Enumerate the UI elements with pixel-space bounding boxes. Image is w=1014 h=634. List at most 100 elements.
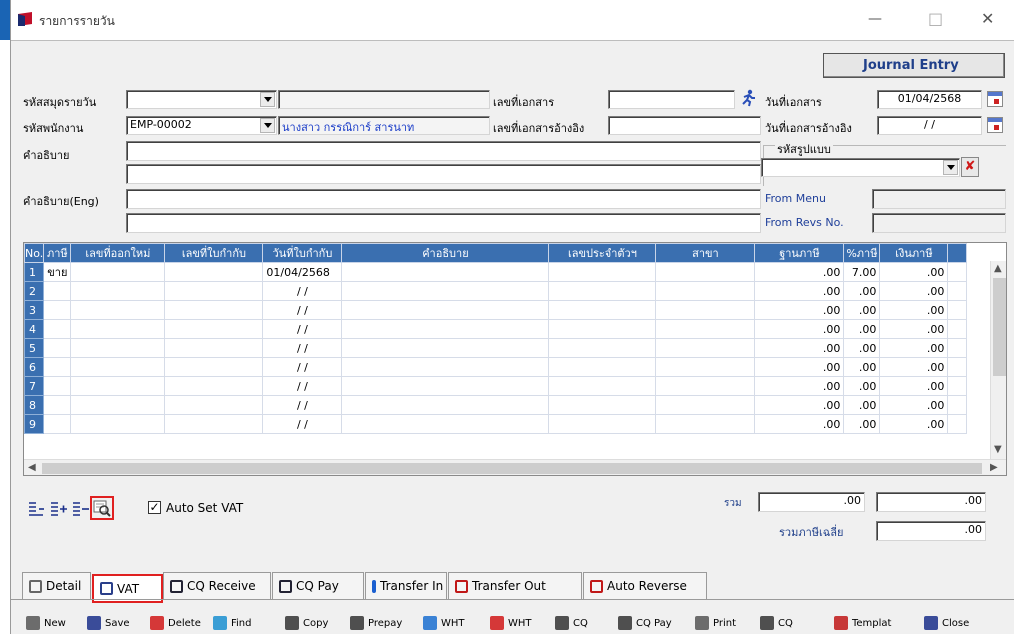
tax-pct-cell[interactable]: .00: [843, 414, 881, 434]
invoice-date-cell[interactable]: / /: [262, 395, 343, 415]
invoice-no-cell[interactable]: [164, 414, 264, 434]
scroll-down-icon[interactable]: ▼: [994, 444, 1002, 455]
tax-base-cell[interactable]: .00: [754, 357, 845, 377]
col-header-description[interactable]: คำอธิบาย: [341, 243, 550, 263]
description-cell[interactable]: [341, 395, 550, 415]
description-cell[interactable]: [341, 262, 550, 282]
tax-type-cell[interactable]: ขาย: [43, 262, 72, 282]
chevron-down-icon[interactable]: [943, 160, 958, 175]
invoice-no-cell[interactable]: [164, 281, 264, 301]
tax-amount-cell[interactable]: .00: [879, 338, 949, 358]
table-row[interactable]: 1 ขาย 01/04/2568 .00 7.00.00: [24, 262, 968, 282]
invoice-date-cell[interactable]: / /: [262, 319, 343, 339]
tax-type-cell[interactable]: [43, 281, 72, 301]
wht-button[interactable]: WHT: [423, 613, 465, 633]
tax-pct-cell[interactable]: .00: [843, 357, 881, 377]
cq-button[interactable]: CQ: [760, 613, 793, 633]
horizontal-scrollbar[interactable]: ◀ ▶: [24, 459, 1006, 475]
branch-cell[interactable]: [655, 414, 756, 434]
tax-type-cell[interactable]: [43, 376, 72, 396]
new-no-cell[interactable]: [70, 414, 166, 434]
tab-cq-receive[interactable]: CQ Receive: [163, 572, 271, 599]
invoice-date-cell[interactable]: / /: [262, 281, 343, 301]
tax-id-cell[interactable]: [548, 357, 657, 377]
tax-pct-cell[interactable]: .00: [843, 376, 881, 396]
branch-cell[interactable]: [655, 319, 756, 339]
invoice-date-cell[interactable]: 01/04/2568: [262, 262, 343, 282]
invoice-no-cell[interactable]: [164, 357, 264, 377]
invoice-no-cell[interactable]: [164, 300, 264, 320]
col-header-new-no[interactable]: เลขที่ออกใหม่: [70, 243, 166, 263]
table-row[interactable]: 6/ / .00.00.00: [24, 357, 968, 377]
chevron-down-icon[interactable]: [260, 118, 275, 133]
description-cell[interactable]: [341, 300, 550, 320]
branch-cell[interactable]: [655, 338, 756, 358]
table-row[interactable]: 7/ / .00.00.00: [24, 376, 968, 396]
tax-amount-cell[interactable]: .00: [879, 319, 949, 339]
tax-base-cell[interactable]: .00: [754, 281, 845, 301]
tab-transfer-out[interactable]: Transfer Out: [448, 572, 582, 599]
tax-type-cell[interactable]: [43, 395, 72, 415]
calendar-icon[interactable]: [987, 117, 1003, 133]
delete-button[interactable]: Delete: [150, 613, 201, 633]
description-cell[interactable]: [341, 414, 550, 434]
invoice-no-cell[interactable]: [164, 338, 264, 358]
add-row-icon[interactable]: [27, 500, 47, 518]
tax-pct-cell[interactable]: .00: [843, 338, 881, 358]
invoice-date-cell[interactable]: / /: [262, 376, 343, 396]
invoice-date-cell[interactable]: / /: [262, 414, 343, 434]
tax-pct-cell[interactable]: .00: [843, 395, 881, 415]
tax-pct-cell[interactable]: .00: [843, 281, 881, 301]
tax-type-cell[interactable]: [43, 338, 72, 358]
tax-type-cell[interactable]: [43, 414, 72, 434]
invoice-no-cell[interactable]: [164, 262, 264, 282]
scroll-up-icon[interactable]: ▲: [994, 263, 1002, 274]
journal-code-select[interactable]: [126, 90, 277, 109]
template-select[interactable]: [761, 158, 960, 177]
invoice-no-cell[interactable]: [164, 376, 264, 396]
branch-cell[interactable]: [655, 281, 756, 301]
table-row[interactable]: 4/ / .00.00.00: [24, 319, 968, 339]
doc-no-input[interactable]: [608, 90, 735, 109]
col-header-tax-amount[interactable]: เงินภาษี: [879, 243, 949, 263]
scroll-left-icon[interactable]: ◀: [28, 462, 36, 473]
vat-grid[interactable]: No. ภาษี เลขที่ออกใหม่ เลขที่ใบกำกับ วัน…: [23, 242, 1007, 476]
cq-button[interactable]: CQ: [555, 613, 588, 633]
new-no-cell[interactable]: [70, 338, 166, 358]
branch-cell[interactable]: [655, 300, 756, 320]
prepay-button[interactable]: Prepay: [350, 613, 402, 633]
new-no-cell[interactable]: [70, 357, 166, 377]
tax-amount-cell[interactable]: .00: [879, 414, 949, 434]
col-header-no[interactable]: No.: [24, 243, 45, 263]
tax-amount-cell[interactable]: .00: [879, 281, 949, 301]
table-row[interactable]: 8/ / .00.00.00: [24, 395, 968, 415]
scroll-thumb[interactable]: [993, 278, 1006, 376]
new-no-cell[interactable]: [70, 300, 166, 320]
invoice-date-cell[interactable]: / /: [262, 338, 343, 358]
description-cell[interactable]: [341, 281, 550, 301]
tax-id-cell[interactable]: [548, 414, 657, 434]
table-row[interactable]: 3/ / .00.00.00: [24, 300, 968, 320]
description-input[interactable]: [126, 141, 761, 161]
copy-button[interactable]: Copy: [285, 613, 328, 633]
table-row[interactable]: 2/ / .00.00.00: [24, 281, 968, 301]
tax-type-cell[interactable]: [43, 300, 72, 320]
find-button[interactable]: Find: [213, 613, 252, 633]
tax-base-cell[interactable]: .00: [754, 338, 845, 358]
tab-cq-pay[interactable]: CQ Pay: [272, 572, 364, 599]
table-row[interactable]: 9/ / .00.00.00: [24, 414, 968, 434]
scroll-thumb-h[interactable]: [42, 463, 982, 474]
close-button[interactable]: Close: [924, 613, 969, 633]
employee-code-select[interactable]: EMP-00002: [126, 116, 277, 135]
tab-detail[interactable]: Detail: [22, 572, 91, 599]
new-no-cell[interactable]: [70, 319, 166, 339]
description-cell[interactable]: [341, 376, 550, 396]
tax-id-cell[interactable]: [548, 281, 657, 301]
invoice-no-cell[interactable]: [164, 319, 264, 339]
description-input-2[interactable]: [126, 164, 761, 184]
minimize-button[interactable]: —: [868, 11, 882, 27]
col-header-tax[interactable]: ภาษี: [43, 243, 72, 263]
auto-vat-checkbox[interactable]: ✓: [148, 501, 161, 514]
scroll-right-icon[interactable]: ▶: [990, 462, 998, 473]
branch-cell[interactable]: [655, 262, 756, 282]
